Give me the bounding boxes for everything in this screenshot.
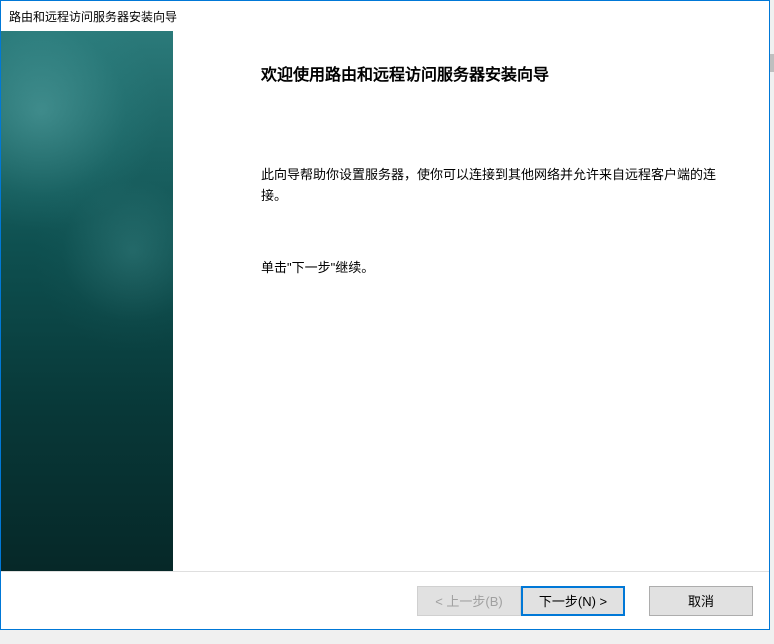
back-next-group: < 上一步(B) 下一步(N) > [417, 586, 625, 616]
back-button[interactable]: < 上一步(B) [417, 586, 521, 616]
content-area: 欢迎使用路由和远程访问服务器安装向导 此向导帮助你设置服务器，使你可以连接到其他… [1, 31, 769, 571]
title-bar: 路由和远程访问服务器安装向导 [1, 1, 769, 31]
window-title: 路由和远程访问服务器安装向导 [9, 8, 177, 25]
page-shadow [770, 54, 774, 72]
wizard-window: 路由和远程访问服务器安装向导 欢迎使用路由和远程访问服务器安装向导 此向导帮助你… [0, 0, 770, 630]
wizard-description: 此向导帮助你设置服务器，使你可以连接到其他网络并允许来自远程客户端的连接。 [261, 165, 729, 207]
wizard-heading: 欢迎使用路由和远程访问服务器安装向导 [261, 61, 729, 85]
next-button[interactable]: 下一步(N) > [521, 586, 625, 616]
main-content: 欢迎使用路由和远程访问服务器安装向导 此向导帮助你设置服务器，使你可以连接到其他… [173, 31, 769, 571]
side-banner [1, 31, 173, 571]
button-bar: < 上一步(B) 下一步(N) > 取消 [1, 571, 769, 629]
cancel-button[interactable]: 取消 [649, 586, 753, 616]
wizard-instruction: 单击"下一步"继续。 [261, 257, 729, 276]
